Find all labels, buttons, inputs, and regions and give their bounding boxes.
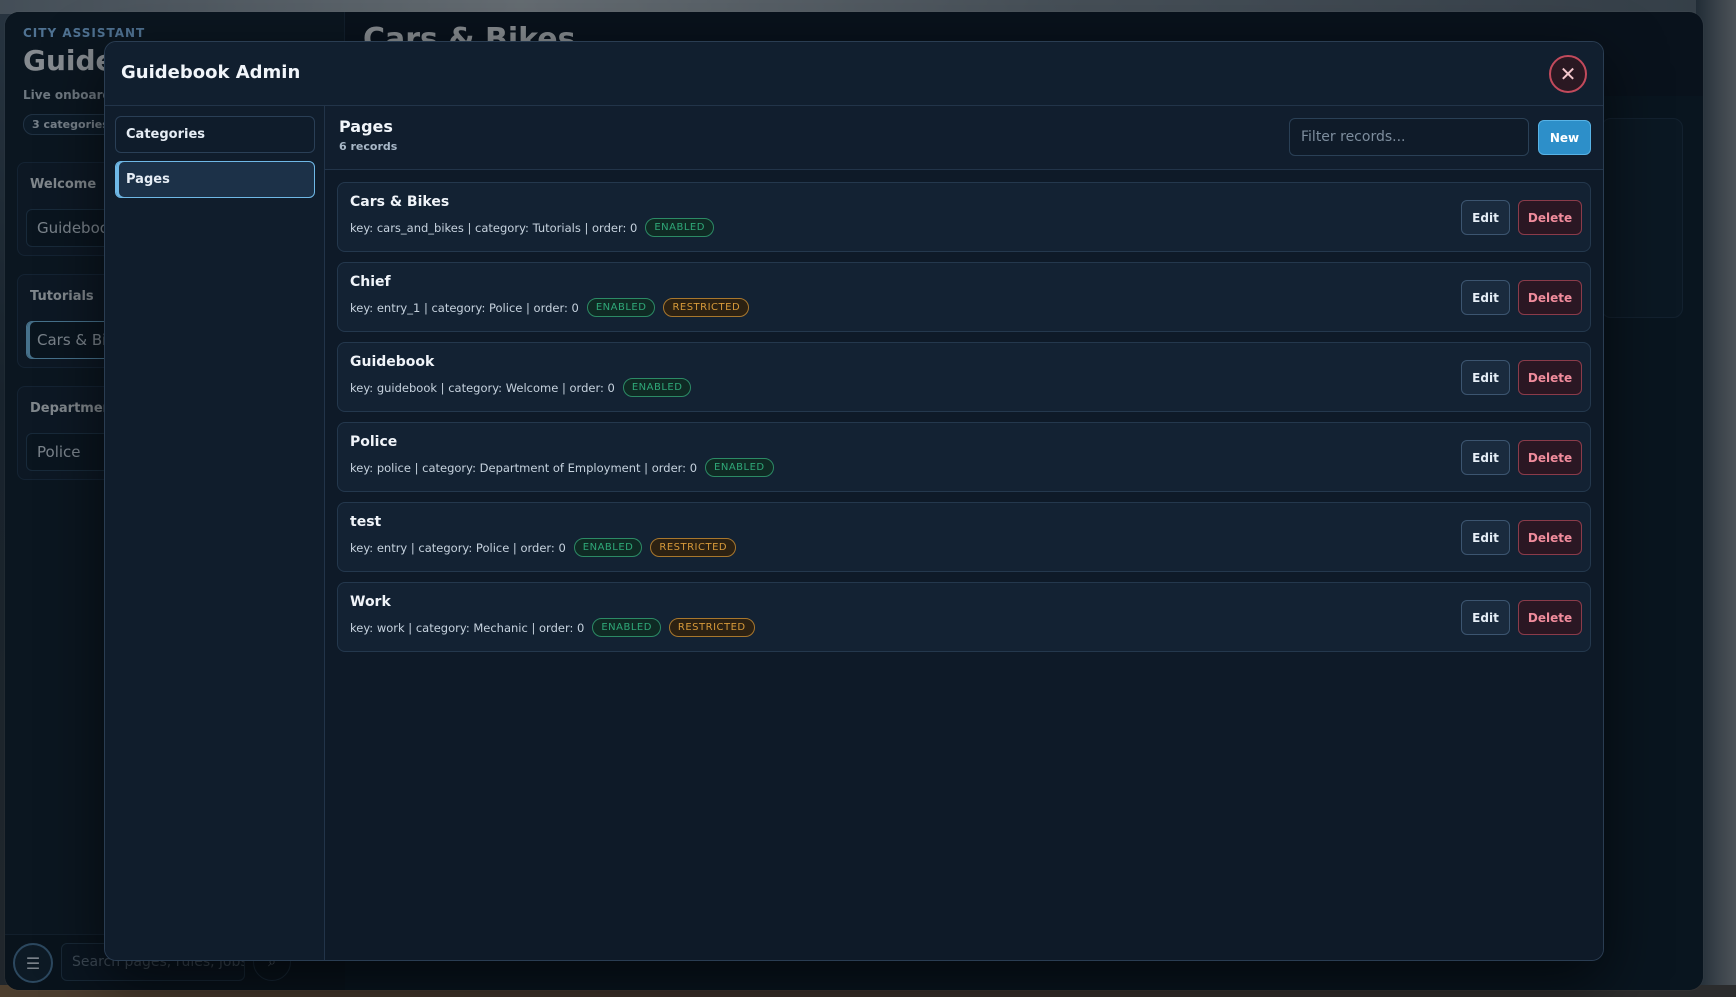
- record-row: test key: entry | category: Police | orde…: [337, 502, 1591, 572]
- record-meta: key: entry_1 | category: Police | order:…: [350, 298, 750, 317]
- record-row: Guidebook key: guidebook | category: Welc…: [337, 342, 1591, 412]
- record-count: 6 records: [339, 140, 398, 153]
- edit-button[interactable]: Edit: [1461, 520, 1510, 555]
- record-meta: key: guidebook | category: Welcome | ord…: [350, 378, 692, 397]
- restricted-badge: RESTRICTED: [668, 618, 755, 637]
- record-meta-text: key: entry | category: Police | order: 0: [350, 540, 566, 555]
- restricted-badge: RESTRICTED: [650, 538, 737, 557]
- edit-button[interactable]: Edit: [1461, 200, 1510, 235]
- new-button[interactable]: New: [1538, 120, 1591, 155]
- record-meta-text: key: police | category: Department of Em…: [350, 460, 698, 475]
- close-icon: ✕: [1559, 62, 1577, 86]
- enabled-badge: ENABLED: [586, 298, 656, 317]
- record-title: Cars & Bikes: [350, 194, 450, 210]
- nav-item-categories[interactable]: Categories: [115, 116, 315, 153]
- guidebook-admin-modal: Guidebook Admin ✕ Categories Pages Pages…: [104, 41, 1604, 961]
- enabled-badge: ENABLED: [573, 538, 643, 557]
- record-title: Police: [350, 434, 398, 450]
- record-row: Chief key: entry_1 | category: Police | o…: [337, 262, 1591, 332]
- modal-title: Guidebook Admin: [121, 62, 301, 83]
- admin-nav: Categories Pages: [105, 106, 325, 960]
- record-meta-text: key: entry_1 | category: Police | order:…: [350, 300, 579, 315]
- record-row: Cars & Bikes key: cars_and_bikes | catego…: [337, 182, 1591, 252]
- pages-header: Pages 6 records New: [325, 106, 1603, 170]
- close-button[interactable]: ✕: [1549, 55, 1587, 93]
- modal-header: Guidebook Admin ✕: [105, 42, 1603, 106]
- enabled-badge: ENABLED: [622, 378, 692, 397]
- edit-button[interactable]: Edit: [1461, 600, 1510, 635]
- record-title: Guidebook: [350, 354, 435, 370]
- filter-records-input[interactable]: [1289, 118, 1529, 156]
- edit-button[interactable]: Edit: [1461, 440, 1510, 475]
- delete-button[interactable]: Delete: [1518, 360, 1582, 395]
- record-meta-text: key: guidebook | category: Welcome | ord…: [350, 380, 615, 395]
- delete-button[interactable]: Delete: [1518, 600, 1582, 635]
- pages-panel: Pages 6 records New Cars & Bikes key: car…: [325, 106, 1603, 960]
- record-row: Police key: police | category: Department…: [337, 422, 1591, 492]
- enabled-badge: ENABLED: [705, 458, 774, 477]
- record-row: Work key: work | category: Mechanic | ord…: [337, 582, 1591, 652]
- enabled-badge: ENABLED: [645, 218, 714, 237]
- edit-button[interactable]: Edit: [1461, 360, 1510, 395]
- record-title: Chief: [350, 274, 391, 290]
- delete-button[interactable]: Delete: [1518, 520, 1582, 555]
- record-title: test: [350, 514, 382, 530]
- enabled-badge: ENABLED: [592, 618, 661, 637]
- nav-item-pages[interactable]: Pages: [115, 161, 315, 198]
- delete-button[interactable]: Delete: [1518, 440, 1582, 475]
- record-meta: key: entry | category: Police | order: 0…: [350, 538, 737, 557]
- restricted-badge: RESTRICTED: [663, 298, 750, 317]
- record-meta: key: cars_and_bikes | category: Tutorial…: [350, 218, 714, 237]
- record-meta: key: work | category: Mechanic | order: …: [350, 618, 755, 637]
- record-meta: key: police | category: Department of Em…: [350, 458, 774, 477]
- delete-button[interactable]: Delete: [1518, 280, 1582, 315]
- record-meta-text: key: cars_and_bikes | category: Tutorial…: [350, 220, 638, 235]
- record-meta-text: key: work | category: Mechanic | order: …: [350, 620, 585, 635]
- delete-button[interactable]: Delete: [1518, 200, 1582, 235]
- section-title: Pages: [339, 117, 393, 136]
- record-title: Work: [350, 594, 391, 610]
- edit-button[interactable]: Edit: [1461, 280, 1510, 315]
